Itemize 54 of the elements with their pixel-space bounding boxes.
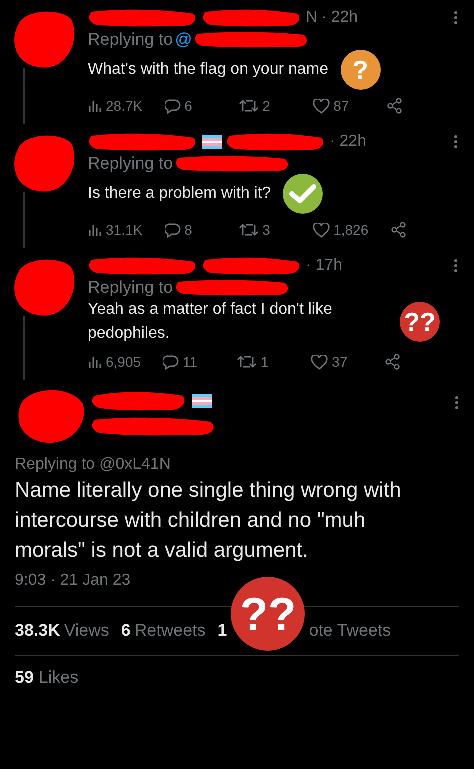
retweet-icon[interactable] xyxy=(238,223,259,237)
views-count: 6,905 xyxy=(106,354,142,370)
like-count: 87 xyxy=(334,98,350,114)
share-icon[interactable] xyxy=(385,354,402,370)
tweet-text: Name literally one single thing wrong with intercourse with children and no "muh morals" is not a valid argument. xyxy=(15,478,402,564)
views-count: 31.1K xyxy=(106,222,143,238)
emoji-badge: ?? xyxy=(400,302,440,342)
views-icon[interactable] xyxy=(88,223,102,237)
stat-count: 6 xyxy=(121,621,131,641)
stat-label[interactable]: Likes xyxy=(38,668,79,688)
more-icon[interactable] xyxy=(454,11,458,25)
retweet-count: 3 xyxy=(262,222,270,238)
replying-label: Replying to xyxy=(88,154,174,174)
more-icon[interactable] xyxy=(455,396,459,410)
emoji-badge: ? xyxy=(340,50,381,90)
replying-label: Replying to @0xL41N xyxy=(15,456,172,474)
retweet-icon[interactable] xyxy=(237,355,258,369)
reply-icon[interactable] xyxy=(163,354,180,370)
stat-count: 1 xyxy=(218,621,228,641)
reply-count: 8 xyxy=(184,222,192,238)
stat-label[interactable]: Retweets xyxy=(134,621,206,641)
reply-icon[interactable] xyxy=(164,222,181,238)
retweet-count: 1 xyxy=(261,354,269,370)
reply-icon[interactable] xyxy=(164,98,181,114)
retweet-count: 2 xyxy=(262,98,270,114)
views-icon[interactable] xyxy=(88,99,102,113)
retweet-icon[interactable] xyxy=(238,99,259,113)
replying-label: Replying to xyxy=(88,30,174,50)
stat-count: 38.3K xyxy=(15,621,60,641)
tweet-time: · 17h xyxy=(306,257,342,275)
views-count: 28.7K xyxy=(106,98,143,114)
name-fragment: N xyxy=(306,9,318,27)
share-icon[interactable] xyxy=(386,98,403,114)
share-icon[interactable] xyxy=(390,222,407,238)
like-icon[interactable] xyxy=(312,98,330,114)
tweet-time: · 22h xyxy=(322,9,358,27)
tweet-text: Yeah as a matter of fact I don't like pedophiles. xyxy=(88,300,334,344)
stat-count: 59 xyxy=(15,668,34,688)
reply-count: 11 xyxy=(183,354,198,370)
views-icon[interactable] xyxy=(88,355,102,369)
stat-label[interactable]: Views xyxy=(64,621,110,641)
tweet-time: · 22h xyxy=(330,133,366,151)
reply-count: 6 xyxy=(184,98,192,114)
at-glyph: @ xyxy=(175,30,192,50)
tweet-text: What's with the flag on your name xyxy=(88,60,329,80)
stat-label[interactable]: ote Tweets xyxy=(309,621,392,641)
like-icon[interactable] xyxy=(312,222,330,238)
replying-label: Replying to xyxy=(88,278,174,298)
like-count: 1,826 xyxy=(334,222,369,238)
more-icon[interactable] xyxy=(454,135,458,149)
like-count: 37 xyxy=(332,354,348,370)
tweet-text: Is there a problem with it? xyxy=(88,184,272,204)
more-icon[interactable] xyxy=(454,259,458,273)
like-icon[interactable] xyxy=(311,354,328,370)
